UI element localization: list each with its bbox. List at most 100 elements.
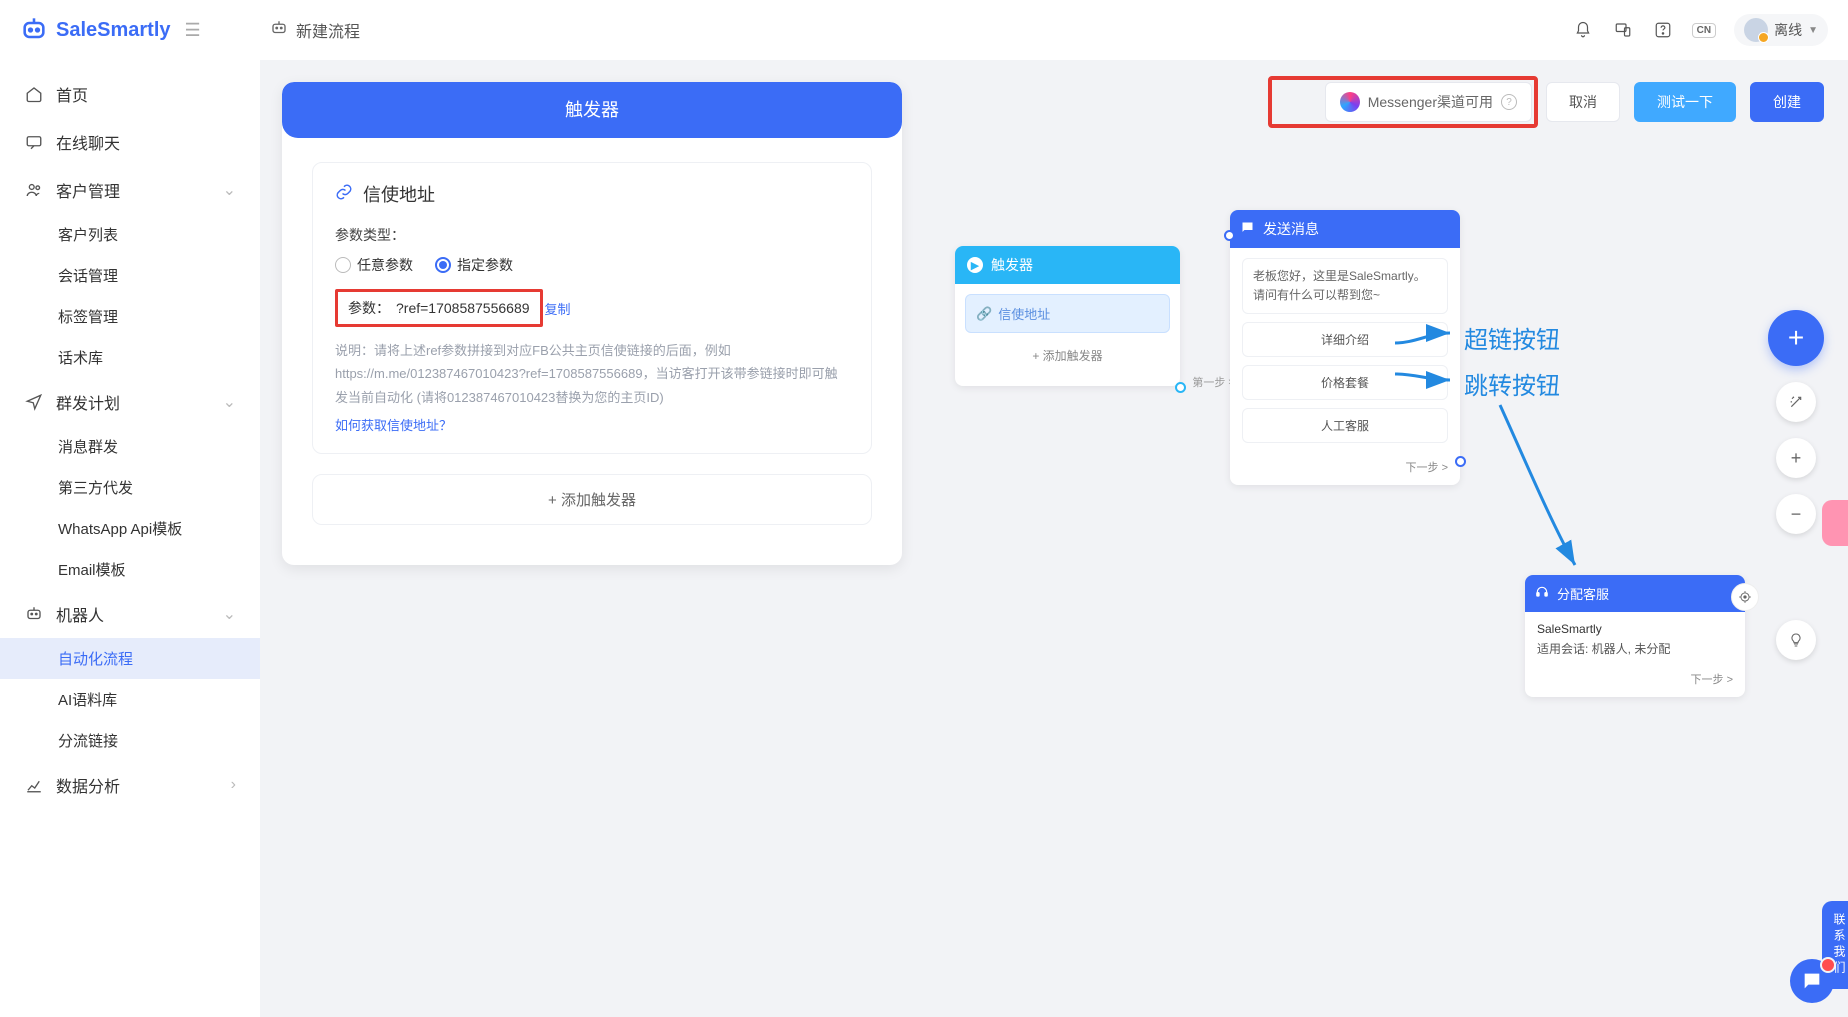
message-icon [1240,220,1255,238]
nav-label: 群发计划 [56,390,120,414]
hint-button[interactable] [1776,620,1816,660]
msg-button-support[interactable]: 人工客服 [1242,408,1448,443]
chart-icon [24,775,44,795]
nav-customer[interactable]: 客户管理 ⌄ [0,166,260,214]
nav-label: 数据分析 [56,773,120,797]
node-body: SaleSmartly 适用会话: 机器人, 未分配 [1525,612,1745,667]
add-node-fab[interactable]: + [1768,310,1824,366]
channel-indicator[interactable]: Messenger渠道可用 ? [1325,82,1532,122]
nav-phrase-lib[interactable]: 话术库 [0,337,260,378]
nav-session-mgmt[interactable]: 会话管理 [0,255,260,296]
param-value-row: 参数： ?ref=1708587556689 复制 [335,289,849,327]
param-label: 参数： [348,298,390,318]
annotation-hyperlink-button: 超链按钮 [1464,320,1560,355]
zoom-out-button[interactable]: − [1776,494,1816,534]
send-icon [24,392,44,412]
nav-msg-broadcast[interactable]: 消息群发 [0,426,260,467]
flow-node-trigger[interactable]: ▶ 触发器 🔗 信使地址 + 添加触发器 第一步› [955,246,1180,386]
chat-widget-button[interactable] [1790,959,1834,1003]
chat-icon [24,132,44,152]
nav-label: 在线聊天 [56,130,120,154]
logo-area: SaleSmartly ☰ [20,16,270,44]
nav-whatsapp-tpl[interactable]: WhatsApp Api模板 [0,508,260,549]
node-add-trigger[interactable]: + 添加触发器 [965,333,1170,376]
header-actions: CN 离线 ▼ [1572,14,1828,46]
param-type-radio-group: 任意参数 指定参数 [335,255,849,275]
message-text[interactable]: 老板您好，这里是SaleSmartly。请问有什么可以帮到您~ [1242,258,1448,314]
radio-any-param[interactable]: 任意参数 [335,255,413,275]
zoom-in-button[interactable]: + [1776,438,1816,478]
flow-canvas[interactable]: 触发器 信使地址 参数类型： 任意参数 指定参数 参数： ?ref=1 [260,60,1848,1017]
nav-analytics[interactable]: 数据分析 › [0,761,260,809]
language-badge[interactable]: CN [1692,23,1716,38]
radio-specific-param[interactable]: 指定参数 [435,255,513,275]
param-description: 说明：请将上述ref参数拼接到对应FB公共主页信使链接的后面，例如https:/… [335,339,849,409]
trigger-panel-body: 信使地址 参数类型： 任意参数 指定参数 参数： ?ref=1708587556… [282,138,902,535]
nav-label: 客户管理 [56,178,120,202]
nav-broadcast[interactable]: 群发计划 ⌄ [0,378,260,426]
trigger-sub-title: 信使地址 [335,181,849,207]
home-icon [24,84,44,104]
user-status-chip[interactable]: 离线 ▼ [1734,14,1828,46]
logo-icon [20,16,48,44]
nav-bot[interactable]: 机器人 ⌄ [0,590,260,638]
nav-ai-corpus[interactable]: AI语料库 [0,679,260,720]
devices-icon[interactable] [1612,19,1634,41]
trigger-item[interactable]: 🔗 信使地址 [965,294,1170,333]
copy-link[interactable]: 复制 [545,299,571,318]
chevron-right-icon: › [231,776,236,794]
msg-button-intro[interactable]: 详细介绍 [1242,322,1448,357]
assign-scope: 适用会话: 机器人, 未分配 [1537,640,1733,657]
node-title: 触发器 [991,255,1033,275]
nav-email-tpl[interactable]: Email模板 [0,549,260,590]
help-icon[interactable]: ? [1501,94,1517,110]
bell-icon[interactable] [1572,19,1594,41]
nav-split-link[interactable]: 分流链接 [0,720,260,761]
top-action-bar: Messenger渠道可用 ? 取消 测试一下 创建 [1325,82,1824,122]
logo-text: SaleSmartly [56,19,171,42]
param-value-box: 参数： ?ref=1708587556689 [335,289,543,327]
nav-home[interactable]: 首页 [0,70,260,118]
nav-thirdparty-send[interactable]: 第三方代发 [0,467,260,508]
trigger-config-panel: 触发器 信使地址 参数类型： 任意参数 指定参数 参数： ?ref=1 [282,82,902,565]
chevron-down-icon: ⌄ [223,392,236,412]
nav-customer-list[interactable]: 客户列表 [0,214,260,255]
users-icon [24,180,44,200]
target-icon[interactable] [1731,583,1759,611]
chevron-down-icon: ⌄ [223,180,236,200]
node-body: 老板您好，这里是SaleSmartly。请问有什么可以帮到您~ 详细介绍 价格套… [1230,248,1460,451]
trigger-panel-title: 触发器 [282,82,902,138]
nav-tag-mgmt[interactable]: 标签管理 [0,296,260,337]
link-icon: 🔗 [976,306,992,322]
avatar-icon [1744,18,1768,42]
param-value: ?ref=1708587556689 [396,300,530,316]
page-title: 新建流程 [296,18,360,42]
cancel-button[interactable]: 取消 [1546,82,1620,122]
flow-node-send-message[interactable]: 发送消息 老板您好，这里是SaleSmartly。请问有什么可以帮到您~ 详细介… [1230,210,1460,485]
side-tab-pink[interactable] [1822,500,1848,546]
chevron-down-icon: ▼ [1808,25,1818,36]
flow-node-assign-agent[interactable]: 分配客服 SaleSmartly 适用会话: 机器人, 未分配 下一步 > [1525,575,1745,697]
create-button[interactable]: 创建 [1750,82,1824,122]
magic-tool-button[interactable] [1776,382,1816,422]
input-port[interactable] [1224,230,1235,241]
nav-automation[interactable]: 自动化流程 [0,638,260,679]
add-trigger-button[interactable]: + 添加触发器 [312,474,872,525]
node-footer[interactable]: 下一步 > [1230,451,1460,485]
howto-link[interactable]: 如何获取信使地址？ [335,415,452,434]
channel-text: Messenger渠道可用 [1368,92,1493,112]
nav-chat[interactable]: 在线聊天 [0,118,260,166]
bot-icon [24,604,44,624]
assign-name: SaleSmartly [1537,622,1733,636]
node-footer[interactable]: 下一步 > [1525,667,1745,697]
test-button[interactable]: 测试一下 [1634,82,1736,122]
output-port[interactable] [1455,456,1466,467]
help-icon[interactable] [1652,19,1674,41]
chevron-down-icon: ⌄ [223,604,236,624]
bot-icon [270,19,288,42]
msg-button-pricing[interactable]: 价格套餐 [1242,365,1448,400]
param-type-label: 参数类型： [335,225,849,245]
output-port[interactable] [1175,382,1186,393]
play-icon: ▶ [967,257,983,273]
sidebar-toggle-icon[interactable]: ☰ [185,20,201,41]
